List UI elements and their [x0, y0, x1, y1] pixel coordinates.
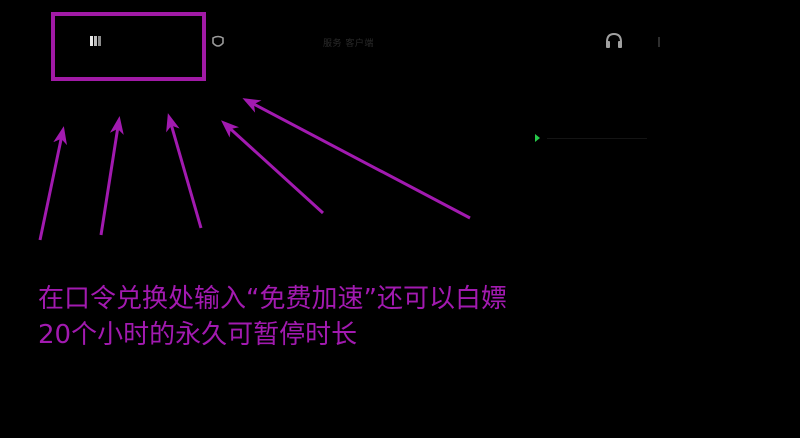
- top-bar: 服务 客户端: [0, 0, 800, 90]
- status-line: [547, 138, 647, 139]
- menu-icon[interactable]: [655, 36, 663, 48]
- annotation-caption: 在口令兑换处输入“免费加速”还可以白嫖 20个小时的永久可暂停时长: [38, 281, 638, 353]
- caption-line-2: 20个小时的永久可暂停时长: [38, 320, 358, 350]
- arrow-3: [166, 113, 203, 229]
- status-row: [535, 132, 655, 144]
- caption-line-1: 在口令兑换处输入“免费加速”还可以白嫖: [38, 284, 507, 314]
- arrow-1: [38, 126, 67, 241]
- shield-icon[interactable]: [210, 35, 226, 49]
- arrow-4: [221, 120, 325, 215]
- headset-icon[interactable]: [604, 32, 624, 50]
- nav-text[interactable]: 服务 客户端: [323, 36, 374, 49]
- arrow-2: [99, 116, 124, 236]
- app-logo-icon[interactable]: [88, 34, 104, 48]
- highlight-box: [51, 12, 206, 81]
- play-icon: [535, 134, 540, 142]
- arrow-5: [242, 98, 471, 220]
